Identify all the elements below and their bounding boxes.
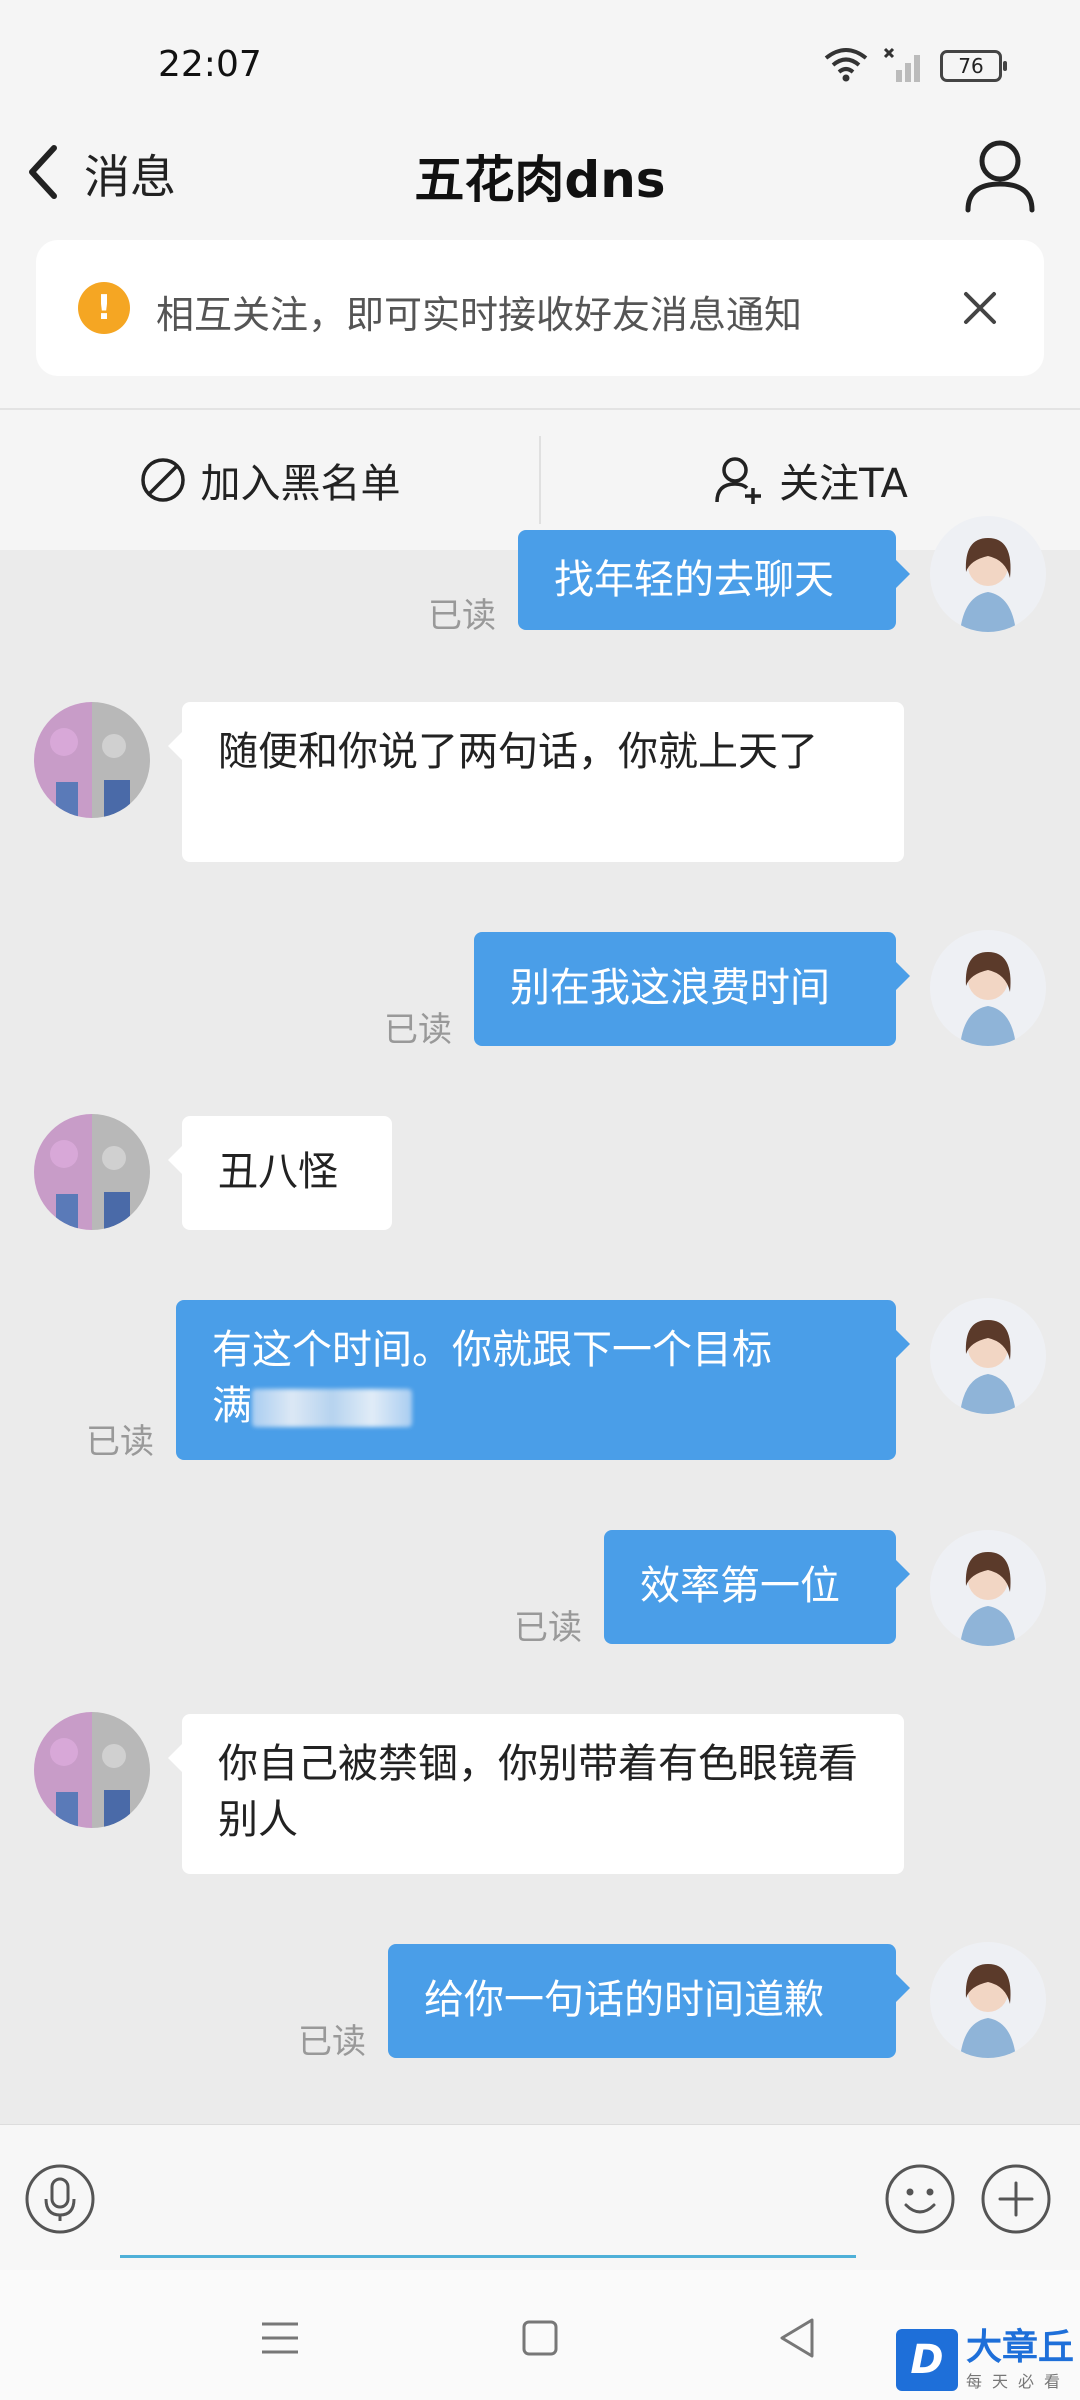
message-text: 有这个时间。你就跟下一个目标	[212, 1327, 772, 1373]
voice-button[interactable]	[24, 2163, 96, 2235]
message-text: 给你一句话的时间道歉	[424, 1977, 824, 2023]
message-text: 找年轻的去聊天	[554, 557, 834, 603]
system-back-button[interactable]	[770, 2310, 826, 2366]
emoji-button[interactable]	[884, 2163, 956, 2235]
watermark-logo: D	[895, 2329, 958, 2391]
message-bubble[interactable]: 效率第一位	[604, 1530, 910, 1644]
message-bubble[interactable]: 别在我这浪费时间	[474, 932, 910, 1046]
my-avatar[interactable]	[930, 930, 1046, 1046]
my-avatar[interactable]	[930, 1530, 1046, 1646]
home-button[interactable]	[512, 2310, 568, 2366]
friend-avatar[interactable]	[34, 702, 150, 818]
microphone-icon	[25, 2164, 95, 2234]
menu-button[interactable]	[252, 2310, 308, 2366]
message-bubble[interactable]: 有这个时间。你就跟下一个目标 满	[176, 1300, 910, 1460]
input-bar	[0, 2124, 1080, 2271]
my-avatar[interactable]	[930, 1298, 1046, 1414]
message-text: 你自己被禁锢，你别带着有色眼镜看别人	[218, 1741, 858, 1843]
friend-avatar[interactable]	[34, 1114, 150, 1230]
message-text-line2: 满	[212, 1378, 860, 1434]
message-bubble[interactable]: 给你一句话的时间道歉	[388, 1944, 910, 2058]
read-receipt: 已读	[384, 1010, 452, 1050]
header-overlay	[0, 0, 1080, 550]
menu-icon	[262, 2322, 298, 2354]
my-avatar[interactable]	[930, 1942, 1046, 2058]
message-bubble[interactable]: 你自己被禁锢，你别带着有色眼镜看别人	[168, 1714, 904, 1874]
read-receipt: 已读	[428, 596, 496, 636]
watermark-subtitle: 每天必看	[965, 2372, 1070, 2391]
message-bubble[interactable]: 丑八怪	[168, 1116, 392, 1230]
message-text: 效率第一位	[640, 1563, 840, 1609]
back-triangle-icon	[780, 2318, 814, 2358]
smiley-icon	[885, 2164, 955, 2234]
read-receipt: 已读	[86, 1422, 154, 1462]
plus-icon	[981, 2164, 1051, 2234]
read-receipt: 已读	[514, 1608, 582, 1648]
watermark-title: 大章丘	[965, 2327, 1074, 2368]
blurred-text	[252, 1389, 412, 1427]
message-input[interactable]	[120, 2165, 856, 2258]
message-text: 随便和你说了两句话，你就上天了	[218, 729, 818, 775]
more-button[interactable]	[980, 2163, 1052, 2235]
read-receipt: 已读	[298, 2022, 366, 2062]
message-text: 别在我这浪费时间	[510, 965, 830, 1011]
friend-avatar[interactable]	[34, 1712, 150, 1828]
home-square-icon	[522, 2320, 558, 2356]
watermark: D 大章丘 每天必看	[895, 2327, 1074, 2392]
message-bubble[interactable]: 随便和你说了两句话，你就上天了	[168, 702, 904, 862]
message-text: 丑八怪	[218, 1149, 338, 1195]
